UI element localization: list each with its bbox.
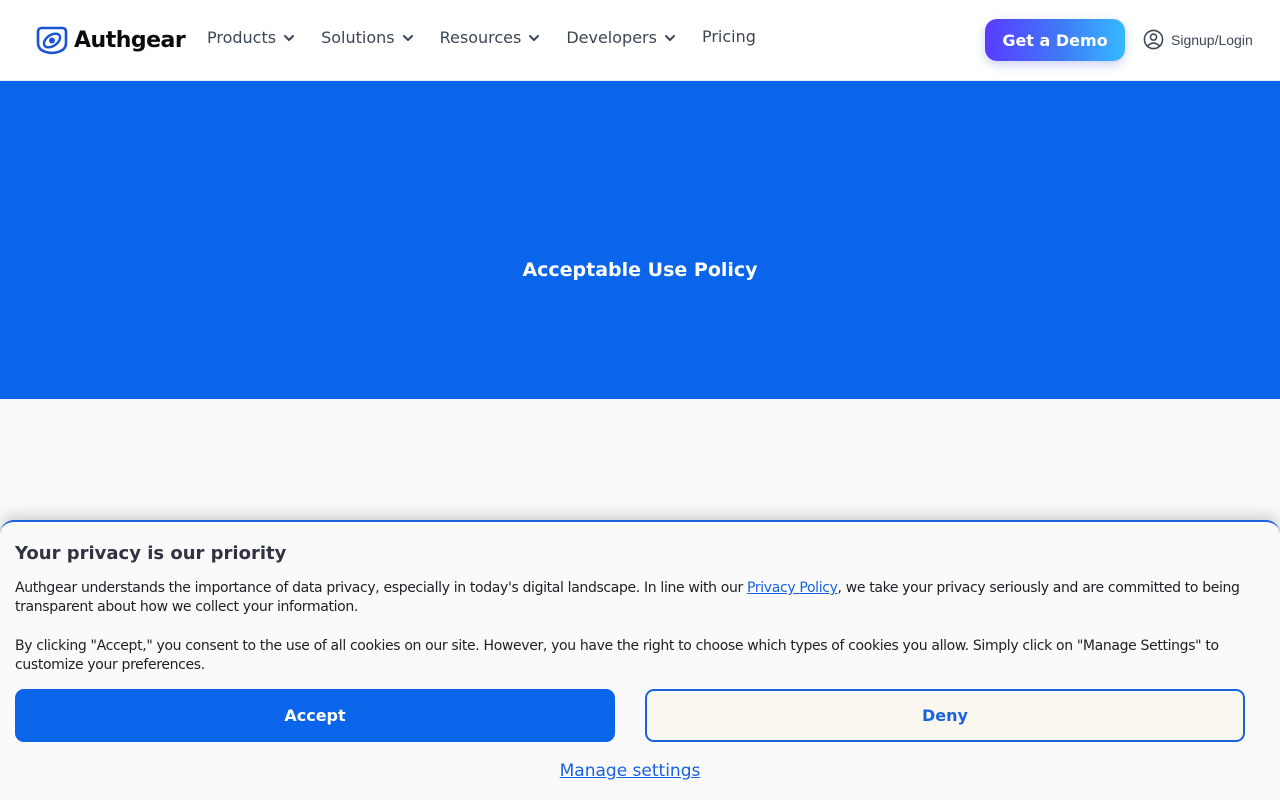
cookie-consent-banner: Your privacy is our priority Authgear un…	[0, 520, 1280, 800]
nav-label: Developers	[566, 28, 657, 47]
hero-banner: Acceptable Use Policy	[0, 81, 1280, 399]
nav-pricing[interactable]: Pricing	[702, 27, 756, 46]
nav-label: Solutions	[321, 28, 395, 47]
signup-login-label: Signup/Login	[1171, 31, 1253, 48]
chevron-down-icon	[284, 34, 295, 41]
nav-products[interactable]: Products	[207, 28, 296, 47]
deny-button[interactable]: Deny	[645, 689, 1245, 742]
logo[interactable]: Authgear	[36, 25, 186, 55]
nav-resources[interactable]: Resources	[440, 28, 542, 47]
nav-label: Products	[207, 28, 277, 47]
accept-button[interactable]: Accept	[15, 689, 615, 742]
privacy-policy-link[interactable]: Privacy Policy	[747, 580, 838, 596]
authgear-logo-icon	[36, 26, 68, 55]
main-nav: Products Solutions Resources Developers …	[207, 27, 781, 47]
chevron-down-icon	[402, 34, 413, 41]
manage-settings-link[interactable]: Manage settings	[560, 761, 701, 781]
signup-login-link[interactable]: Signup/Login	[1143, 29, 1253, 50]
chevron-down-icon	[664, 34, 675, 41]
cookie-text-before-link: Authgear understands the importance of d…	[15, 580, 748, 596]
cookie-banner-text-2: By clicking "Accept," you consent to the…	[15, 638, 1219, 673]
get-demo-button[interactable]: Get a Demo	[985, 19, 1125, 61]
page-title: Acceptable Use Policy	[522, 259, 758, 281]
nav-label: Pricing	[701, 27, 756, 46]
cookie-banner-text-1: Authgear understands the importance of d…	[15, 579, 1245, 617]
nav-solutions[interactable]: Solutions	[321, 28, 415, 47]
nav-developers[interactable]: Developers	[566, 28, 677, 47]
chevron-down-icon	[529, 34, 540, 41]
cookie-banner-title: Your privacy is our priority	[15, 543, 287, 564]
logo-text: Authgear	[74, 27, 186, 53]
manage-settings-wrap: Manage settings	[0, 761, 1260, 781]
user-circle-icon	[1143, 29, 1164, 50]
site-header: Authgear Products Solutions Resources De…	[0, 0, 1280, 81]
nav-label: Resources	[439, 28, 522, 47]
